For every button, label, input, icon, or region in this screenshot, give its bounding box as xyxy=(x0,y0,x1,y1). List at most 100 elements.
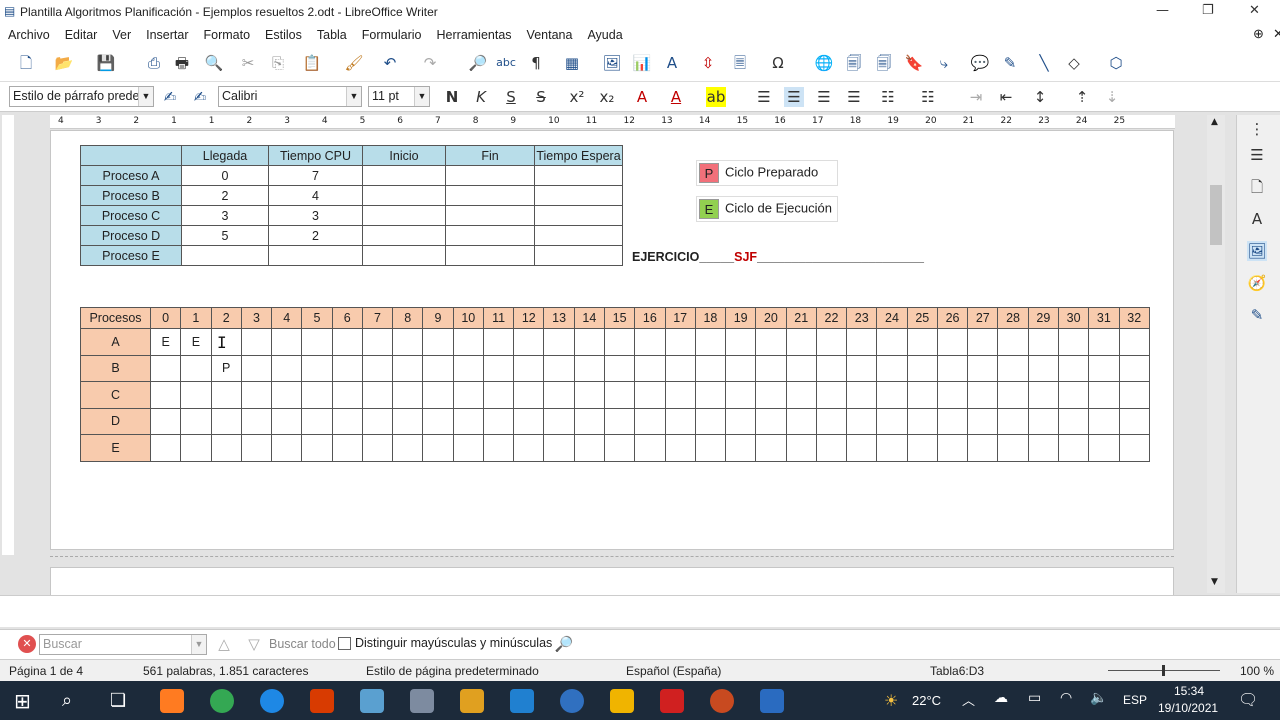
gantt-time-header[interactable]: 28 xyxy=(997,307,1029,329)
libreoffice-writer-icon[interactable] xyxy=(760,689,784,713)
gantt-cell[interactable] xyxy=(846,354,878,382)
gantt-cell[interactable] xyxy=(967,434,999,462)
gantt-cell[interactable] xyxy=(694,328,727,356)
gantt-cell[interactable] xyxy=(271,381,303,409)
gallery-icon[interactable]: 🖼 xyxy=(1247,241,1267,261)
process-table[interactable]: Llegada Tiempo CPU Inicio Fin Tiempo Esp… xyxy=(80,145,623,266)
battery-icon[interactable]: ▭ xyxy=(1028,690,1041,706)
gantt-time-header[interactable]: 1 xyxy=(180,307,212,329)
gantt-cell[interactable] xyxy=(452,434,484,462)
gantt-cell[interactable] xyxy=(482,328,515,356)
weather-icon[interactable]: ☀ xyxy=(884,691,898,710)
close-button[interactable]: ✕ xyxy=(1249,3,1260,18)
gantt-cell[interactable] xyxy=(301,381,333,409)
gantt-cell[interactable] xyxy=(452,381,484,409)
gantt-cell[interactable] xyxy=(755,407,787,435)
gantt-cell[interactable] xyxy=(1057,407,1090,435)
office-icon[interactable] xyxy=(310,689,334,713)
hyperlink-icon[interactable]: 🌐 xyxy=(814,53,834,73)
gantt-cell[interactable] xyxy=(573,328,605,356)
gantt-cell[interactable] xyxy=(361,407,394,435)
bold-icon[interactable]: N xyxy=(442,87,462,107)
table-cell[interactable] xyxy=(534,165,623,186)
highlight-icon[interactable]: ab xyxy=(706,87,726,107)
gantt-time-header[interactable]: 18 xyxy=(694,307,727,329)
cut-icon[interactable]: ✂ xyxy=(238,53,258,73)
gantt-cell[interactable] xyxy=(392,354,424,382)
gantt-cell[interactable] xyxy=(997,328,1029,356)
gantt-cell[interactable]: E xyxy=(149,328,182,356)
gantt-cell[interactable] xyxy=(785,434,817,462)
gantt-cell[interactable] xyxy=(815,381,848,409)
gantt-cell[interactable] xyxy=(422,354,454,382)
gantt-header-cell[interactable]: Procesos xyxy=(80,307,151,329)
gantt-cell[interactable] xyxy=(210,434,242,462)
gantt-process-label[interactable]: E xyxy=(80,434,151,462)
paragraph-style-combo[interactable]: Estilo de párrafo predet ▼ xyxy=(9,86,154,107)
gantt-cell[interactable] xyxy=(725,328,757,356)
gantt-cell[interactable] xyxy=(755,434,787,462)
app-icon[interactable] xyxy=(560,689,584,713)
gantt-time-header[interactable]: 17 xyxy=(664,307,696,329)
gantt-cell[interactable] xyxy=(482,354,515,382)
gantt-cell[interactable] xyxy=(603,354,636,382)
onedrive-icon[interactable]: ☁ xyxy=(994,690,1008,706)
gantt-time-header[interactable]: 13 xyxy=(543,307,575,329)
chevron-down-icon[interactable]: ▼ xyxy=(138,87,153,106)
insert-chart-icon[interactable]: 📊 xyxy=(632,53,652,73)
menu-editar[interactable]: Editar xyxy=(65,28,98,42)
gantt-cell[interactable] xyxy=(240,407,273,435)
gantt-time-header[interactable]: 30 xyxy=(1057,307,1090,329)
gantt-cell[interactable] xyxy=(664,434,696,462)
gantt-cell[interactable] xyxy=(573,381,605,409)
gantt-cell[interactable] xyxy=(331,354,363,382)
numbered-list-icon[interactable]: ☷ xyxy=(918,87,938,107)
font-size-combo[interactable]: 11 pt ▼ xyxy=(368,86,430,107)
new-style-icon[interactable]: ✍ xyxy=(190,87,210,107)
update-icon[interactable]: ⊕ xyxy=(1253,26,1264,42)
search-icon[interactable]: ⌕ xyxy=(62,690,72,711)
table-header-cell[interactable]: Tiempo Espera xyxy=(534,145,623,166)
gantt-cell[interactable] xyxy=(271,407,303,435)
clock-date[interactable]: 19/10/2021 xyxy=(1158,701,1218,715)
gantt-cell[interactable] xyxy=(876,381,908,409)
align-left-icon[interactable]: ☰ xyxy=(754,87,774,107)
line-spacing-icon[interactable]: ↕ xyxy=(1030,87,1050,107)
table-cell[interactable]: 2 xyxy=(268,225,363,246)
print-icon[interactable]: 🖶 xyxy=(172,53,192,73)
table-cell[interactable] xyxy=(445,205,535,226)
gantt-cell[interactable] xyxy=(180,407,212,435)
volume-icon[interactable]: 🔈 xyxy=(1090,690,1107,706)
gantt-cell[interactable] xyxy=(634,354,666,382)
gantt-cell[interactable] xyxy=(149,354,182,382)
gantt-cell[interactable] xyxy=(967,354,999,382)
app-icon[interactable] xyxy=(360,689,384,713)
gantt-cell[interactable] xyxy=(906,354,938,382)
gantt-cell[interactable] xyxy=(725,381,757,409)
gantt-cell[interactable] xyxy=(331,381,363,409)
vertical-ruler[interactable] xyxy=(2,115,14,555)
gantt-cell[interactable] xyxy=(906,434,938,462)
gantt-cell[interactable] xyxy=(543,328,575,356)
table-cell[interactable]: 3 xyxy=(181,205,269,226)
gantt-time-header[interactable]: 19 xyxy=(725,307,757,329)
firefox-icon[interactable] xyxy=(160,689,184,713)
table-cell[interactable]: Proceso A xyxy=(80,165,182,186)
gantt-cell[interactable] xyxy=(180,381,212,409)
insert-line-icon[interactable]: ╲ xyxy=(1034,53,1054,73)
gantt-time-header[interactable]: 24 xyxy=(876,307,908,329)
gantt-cell[interactable] xyxy=(694,434,727,462)
gantt-cell[interactable] xyxy=(1057,354,1090,382)
table-cell[interactable] xyxy=(181,245,269,266)
table-cell[interactable] xyxy=(445,185,535,206)
gantt-cell[interactable] xyxy=(240,381,273,409)
footnote-icon[interactable]: 🗐 xyxy=(844,53,864,73)
gantt-cell[interactable] xyxy=(543,381,575,409)
gantt-time-header[interactable]: 3 xyxy=(240,307,273,329)
decrease-paragraph-spacing-icon[interactable]: ⇣ xyxy=(1102,87,1122,107)
copy-icon[interactable]: ⎘ xyxy=(268,53,288,73)
chevron-down-icon[interactable]: ▼ xyxy=(414,87,429,106)
bookmark-icon[interactable]: 🔖 xyxy=(904,53,924,73)
zoom-level[interactable]: 100 % xyxy=(1240,664,1274,678)
gantt-cell[interactable] xyxy=(634,407,666,435)
